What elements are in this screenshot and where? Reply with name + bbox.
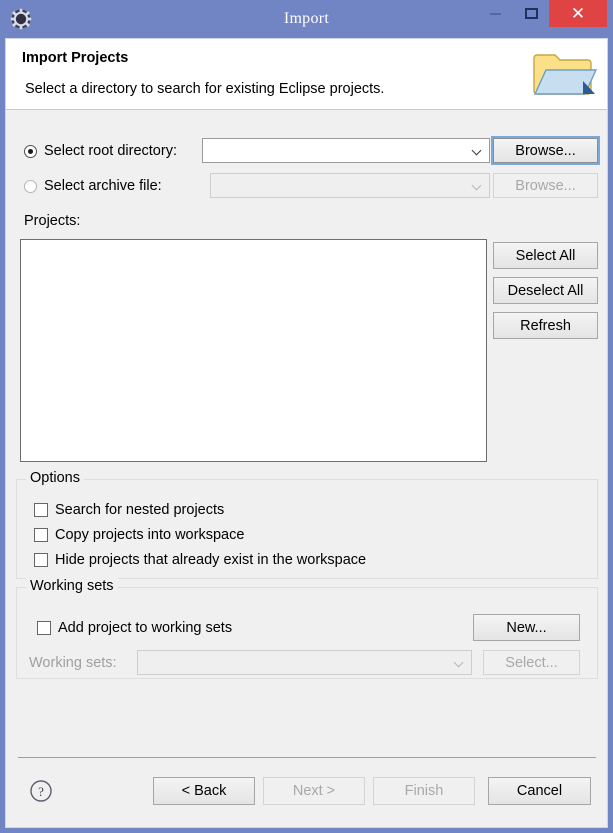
- archive-file-combo[interactable]: [210, 173, 490, 198]
- working-sets-group-title: Working sets: [26, 578, 118, 594]
- title-bar: Import ✕: [0, 0, 613, 38]
- working-sets-combo[interactable]: [137, 650, 472, 675]
- close-button[interactable]: ✕: [549, 0, 607, 27]
- checkbox-indicator: [37, 621, 51, 635]
- dialog-client-area: Import Projects Select a directory to se…: [5, 38, 608, 828]
- next-button[interactable]: Next >: [263, 777, 365, 805]
- footer-separator: [18, 757, 596, 758]
- add-project-to-working-sets-checkbox[interactable]: Add project to working sets: [37, 620, 232, 636]
- copy-projects-label: Copy projects into workspace: [55, 527, 245, 543]
- select-archive-file-label: Select archive file:: [44, 178, 162, 194]
- hide-existing-projects-label: Hide projects that already exist in the …: [55, 552, 367, 568]
- select-root-directory-label: Select root directory:: [44, 143, 177, 159]
- page-description: Select a directory to search for existin…: [25, 81, 385, 97]
- search-nested-projects-checkbox[interactable]: Search for nested projects: [34, 502, 224, 518]
- chevron-down-icon: [473, 181, 482, 190]
- radio-indicator: [24, 144, 37, 158]
- select-working-sets-button[interactable]: Select...: [483, 650, 580, 675]
- deselect-all-button[interactable]: Deselect All: [493, 277, 598, 304]
- root-directory-combo[interactable]: [202, 138, 490, 163]
- checkbox-indicator: [34, 503, 48, 517]
- maximize-icon: [524, 8, 538, 19]
- radio-indicator: [24, 179, 37, 193]
- help-icon[interactable]: ?: [29, 779, 53, 803]
- select-all-button[interactable]: Select All: [493, 242, 598, 269]
- options-group-title: Options: [26, 470, 84, 486]
- minimize-icon: [489, 12, 501, 15]
- browse-root-directory-button[interactable]: Browse...: [491, 136, 600, 165]
- import-folder-icon: [533, 43, 599, 105]
- select-root-directory-radio[interactable]: Select root directory:: [24, 143, 177, 159]
- import-dialog-window: Import ✕ Import Projects Select a direct…: [0, 0, 613, 833]
- chevron-down-icon: [455, 658, 464, 667]
- cancel-button[interactable]: Cancel: [488, 777, 591, 805]
- chevron-down-icon: [473, 146, 482, 155]
- finish-button[interactable]: Finish: [373, 777, 475, 805]
- wizard-banner: Import Projects Select a directory to se…: [6, 39, 607, 110]
- checkbox-indicator: [34, 553, 48, 567]
- hide-existing-projects-checkbox[interactable]: Hide projects that already exist in the …: [34, 552, 366, 568]
- browse-archive-file-button[interactable]: Browse...: [493, 173, 598, 198]
- copy-projects-checkbox[interactable]: Copy projects into workspace: [34, 527, 244, 543]
- add-project-to-working-sets-label: Add project to working sets: [58, 620, 233, 636]
- close-icon: ✕: [570, 4, 586, 23]
- refresh-button[interactable]: Refresh: [493, 312, 598, 339]
- checkbox-indicator: [34, 528, 48, 542]
- search-nested-projects-label: Search for nested projects: [55, 502, 225, 518]
- new-working-set-button[interactable]: New...: [473, 614, 580, 641]
- working-sets-label: Working sets:: [29, 655, 117, 671]
- back-button[interactable]: < Back: [153, 777, 255, 805]
- projects-label: Projects:: [24, 213, 81, 229]
- projects-list[interactable]: [20, 239, 487, 462]
- minimize-button[interactable]: [477, 0, 513, 27]
- page-title: Import Projects: [22, 50, 129, 66]
- svg-text:?: ?: [38, 784, 44, 799]
- select-archive-file-radio[interactable]: Select archive file:: [24, 178, 162, 194]
- maximize-button[interactable]: [513, 0, 549, 27]
